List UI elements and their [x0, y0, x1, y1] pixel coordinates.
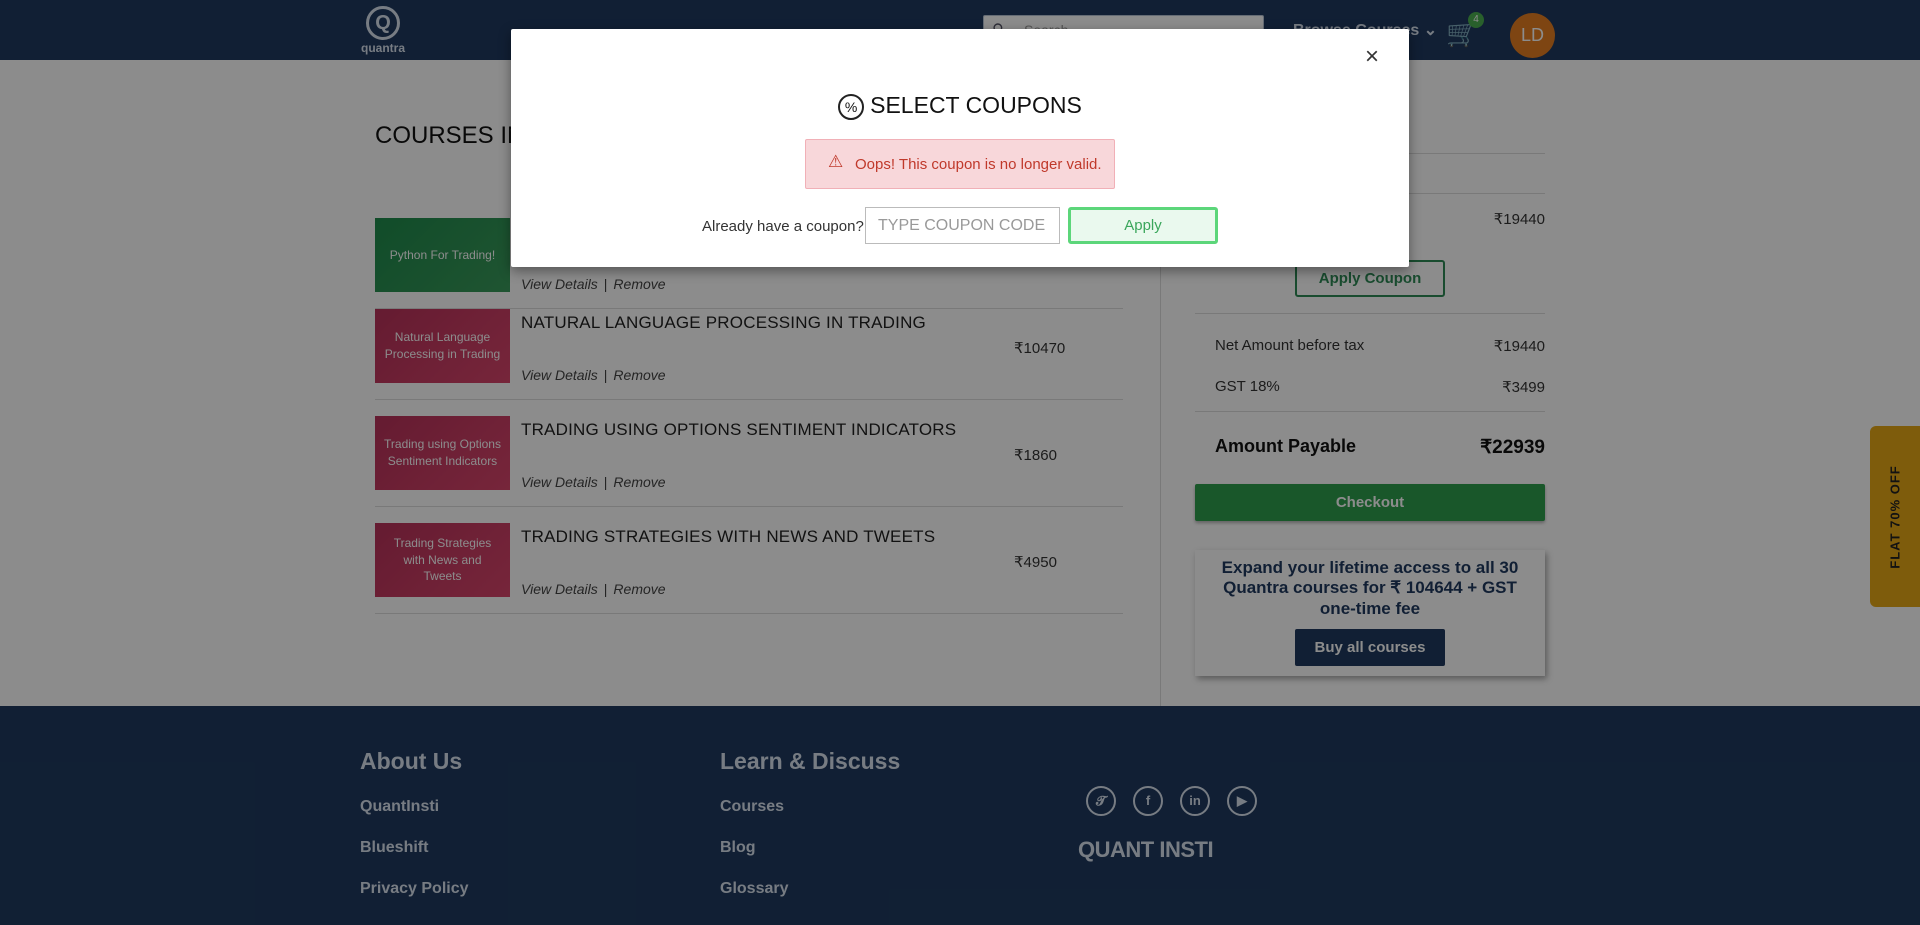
error-alert: ⚠ Oops! This coupon is no longer valid. [805, 139, 1115, 189]
modal-title: % SELECT COUPONS [511, 92, 1409, 120]
select-coupons-modal: × % SELECT COUPONS ⚠ Oops! This coupon is… [511, 29, 1409, 267]
error-message: Oops! This coupon is no longer valid. [855, 156, 1102, 173]
coupon-prompt-label: Already have a coupon? [702, 218, 864, 235]
coupon-code-input[interactable] [865, 207, 1060, 244]
close-icon[interactable]: × [1365, 45, 1379, 69]
warning-icon: ⚠ [828, 152, 844, 171]
coupon-icon: % [838, 93, 865, 120]
modal-title-text: SELECT COUPONS [870, 92, 1082, 118]
apply-button[interactable]: Apply [1068, 207, 1218, 244]
